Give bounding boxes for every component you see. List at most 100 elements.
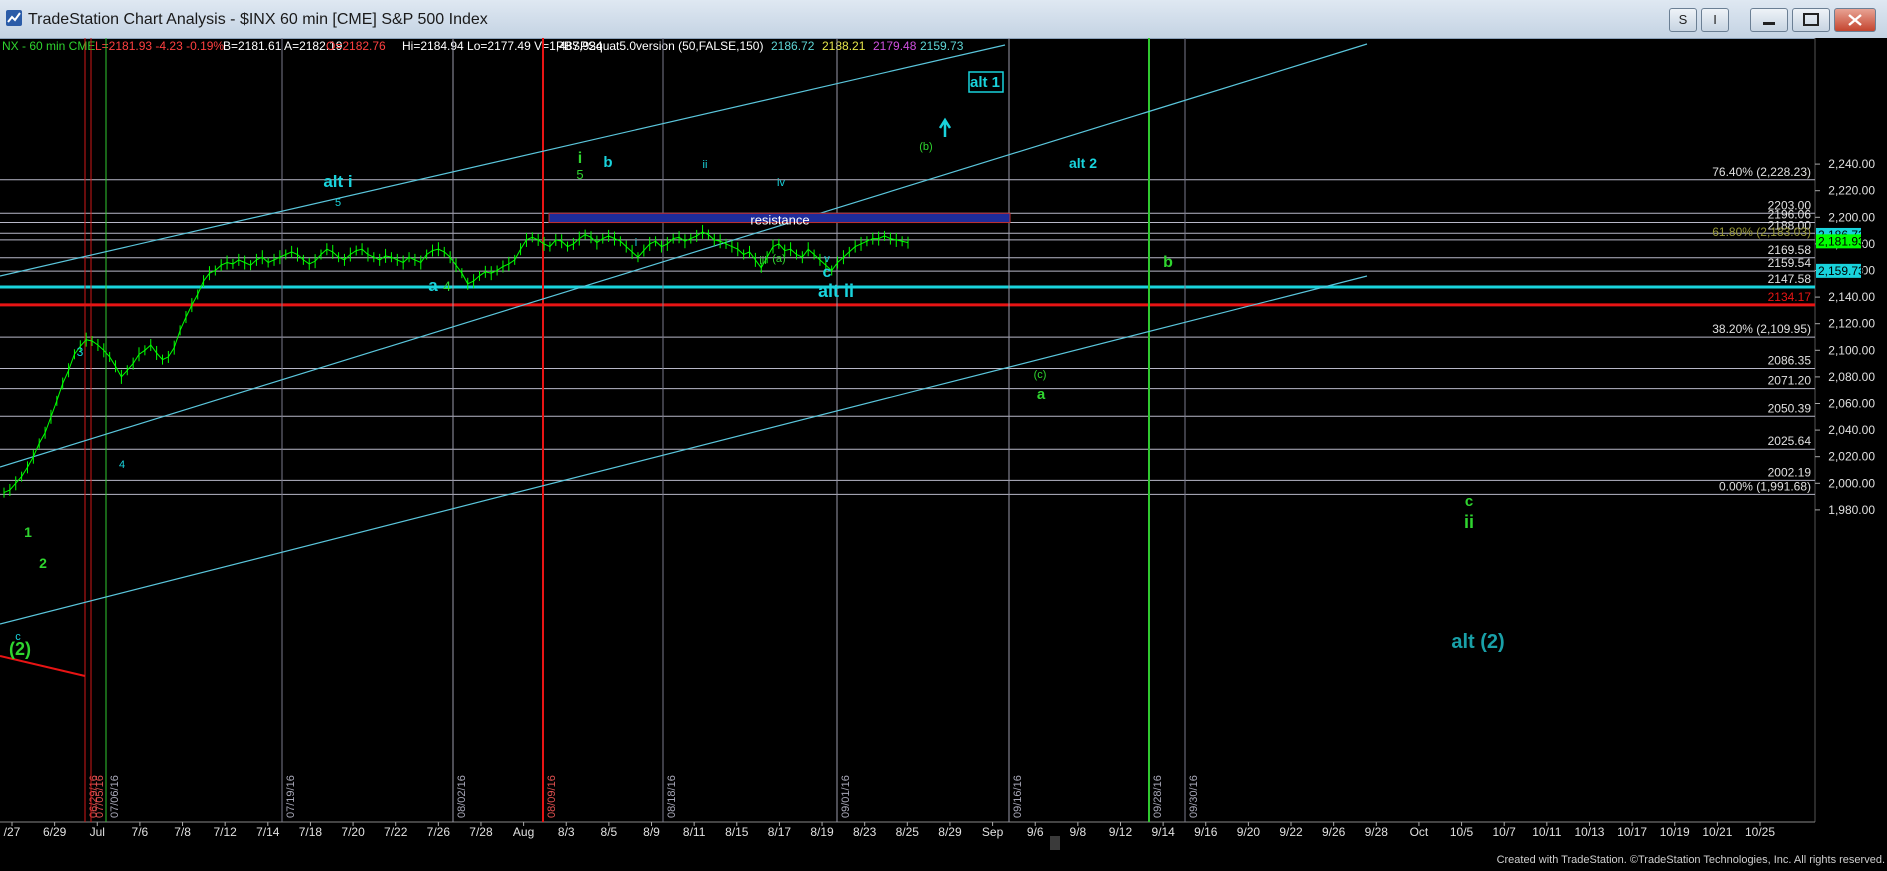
wave-label: ii (703, 159, 708, 171)
wave-label: iii (759, 255, 766, 267)
wave-label: alt 2 (1069, 155, 1097, 171)
wave-label: alt 1 (970, 74, 1000, 91)
indicator-menu-button[interactable]: I (1701, 8, 1729, 32)
date-marker-label: 07/19/16 (285, 775, 297, 818)
chart-area[interactable]: NX - 60 min CME L=2181.93 -4.23 -0.19% B=2… (0, 38, 1887, 866)
wave-label: i (635, 237, 637, 249)
x-tick-label: /27 (4, 825, 21, 839)
x-tick-label: 7/12 (213, 825, 237, 839)
date-marker-label: 07/05/16 (94, 775, 106, 818)
x-tick-label: 9/14 (1151, 825, 1175, 839)
minimize-button[interactable] (1750, 8, 1788, 32)
price-badge-label: 2,181.93 (1818, 234, 1865, 248)
level-label: 0.00% (1,991.68) (1719, 479, 1811, 493)
x-tick-label: 10/21 (1702, 825, 1732, 839)
y-tick-label: 2,040.00 (1828, 423, 1875, 437)
x-tick-label: 10/5 (1450, 825, 1474, 839)
symbol-menu-label: S (1678, 12, 1688, 27)
level-label: 2071.20 (1768, 374, 1812, 388)
info-bar-text: O=2182.76 (326, 39, 386, 53)
y-tick-label: 2,020.00 (1828, 450, 1875, 464)
resistance-label: resistance (750, 212, 809, 227)
level-label: 2002.19 (1768, 465, 1812, 479)
level-label: 38.20% (2,109.95) (1712, 322, 1811, 336)
x-tick-label: 8/17 (768, 825, 792, 839)
up-arrow-icon (938, 117, 952, 137)
x-tick-label: 7/22 (384, 825, 408, 839)
wave-label: 2 (39, 555, 47, 571)
date-marker-label: 09/16/16 (1012, 775, 1024, 818)
x-tick-label: 10/7 (1493, 825, 1517, 839)
date-marker-label: 08/09/16 (546, 775, 558, 818)
channel-line (0, 43, 1368, 468)
x-tick-label: 7/20 (341, 825, 365, 839)
x-tick-label: Aug (513, 825, 534, 839)
info-bar-text: PBSPSquat5.0version (50,FALSE,150) (556, 39, 763, 53)
date-marker-label: 07/06/16 (109, 775, 121, 818)
wave-label: 4 (443, 278, 451, 294)
y-tick-label: 2,100.00 (1828, 343, 1875, 357)
wave-label: 1 (24, 524, 32, 540)
wave-label: 4 (119, 459, 125, 471)
y-tick-label: 2,080.00 (1828, 370, 1875, 384)
y-tick-label: 2,200.00 (1828, 210, 1875, 224)
level-label: 2025.64 (1768, 434, 1812, 448)
price-chart[interactable]: NX - 60 min CME L=2181.93 -4.23 -0.19%B=2… (0, 38, 1887, 866)
wave-label: (b) (919, 141, 932, 153)
x-tick-label: 9/12 (1109, 825, 1133, 839)
wave-label: 5 (335, 197, 341, 209)
y-tick-label: 2,240.00 (1828, 157, 1875, 171)
wave-label: a (1037, 386, 1046, 403)
x-tick-label: 6/29 (43, 825, 67, 839)
info-bar-text: L=2181.93 -4.23 -0.19% (95, 39, 224, 53)
x-tick-label: 10/25 (1745, 825, 1775, 839)
symbol-menu-button[interactable]: S (1669, 8, 1697, 32)
x-tick-label: 9/8 (1070, 825, 1087, 839)
wave-label: c (1465, 493, 1473, 510)
wave-label: alt (2) (1451, 631, 1504, 653)
date-marker-label: 09/28/16 (1152, 775, 1164, 818)
red-trend-line (0, 655, 86, 677)
wave-label: (2) (9, 639, 31, 659)
y-tick-label: 2,000.00 (1828, 476, 1875, 490)
x-tick-label: 8/29 (938, 825, 962, 839)
y-tick-label: 2,140.00 (1828, 290, 1875, 304)
footer-text: Created with TradeStation. ©TradeStation… (1497, 854, 1885, 866)
title-bar: TradeStation Chart Analysis - $INX 60 mi… (0, 0, 1887, 39)
maximize-button[interactable] (1792, 8, 1830, 32)
info-bar-text: 2188.21 (822, 39, 866, 53)
wave-label: b (1163, 254, 1173, 271)
x-tick-label: 8/11 (683, 825, 706, 839)
x-tick-label: 7/6 (132, 825, 149, 839)
level-label: 2147.58 (1768, 272, 1812, 286)
x-tick-label: 8/23 (853, 825, 877, 839)
y-tick-label: 2,120.00 (1828, 317, 1875, 331)
level-label: 2086.35 (1768, 353, 1812, 367)
close-button[interactable] (1834, 8, 1876, 32)
x-tick-label: 8/9 (643, 825, 660, 839)
wave-label: 5 (576, 167, 583, 182)
x-tick-label: 7/8 (174, 825, 191, 839)
x-tick-label: 7/14 (256, 825, 280, 839)
x-tick-label: 8/3 (558, 825, 575, 839)
scrollbar-thumb (1050, 836, 1060, 850)
wave-label: 3 (77, 345, 84, 359)
x-tick-label: 7/18 (299, 825, 323, 839)
date-marker-label: 08/18/16 (666, 775, 678, 818)
info-bar-text: NX - 60 min CME (2, 39, 95, 53)
x-tick-label: 8/19 (810, 825, 834, 839)
minimize-icon (1763, 22, 1775, 25)
app-icon (6, 10, 22, 26)
y-tick-label: 2,220.00 (1828, 184, 1875, 198)
x-tick-label: 10/17 (1617, 825, 1647, 839)
wave-label: i (578, 150, 582, 167)
wave-label: c (823, 264, 832, 281)
channel-line (0, 44, 1006, 277)
y-tick-label: 1,980.00 (1828, 503, 1875, 517)
level-label: 2050.39 (1768, 401, 1812, 415)
x-tick-label: Oct (1410, 825, 1429, 839)
info-bar-text: 2186.72 (771, 39, 815, 53)
x-tick-label: 9/28 (1365, 825, 1389, 839)
info-bar-text: 2179.48 (873, 39, 917, 53)
info-bar-text: 2159.73 (920, 39, 964, 53)
